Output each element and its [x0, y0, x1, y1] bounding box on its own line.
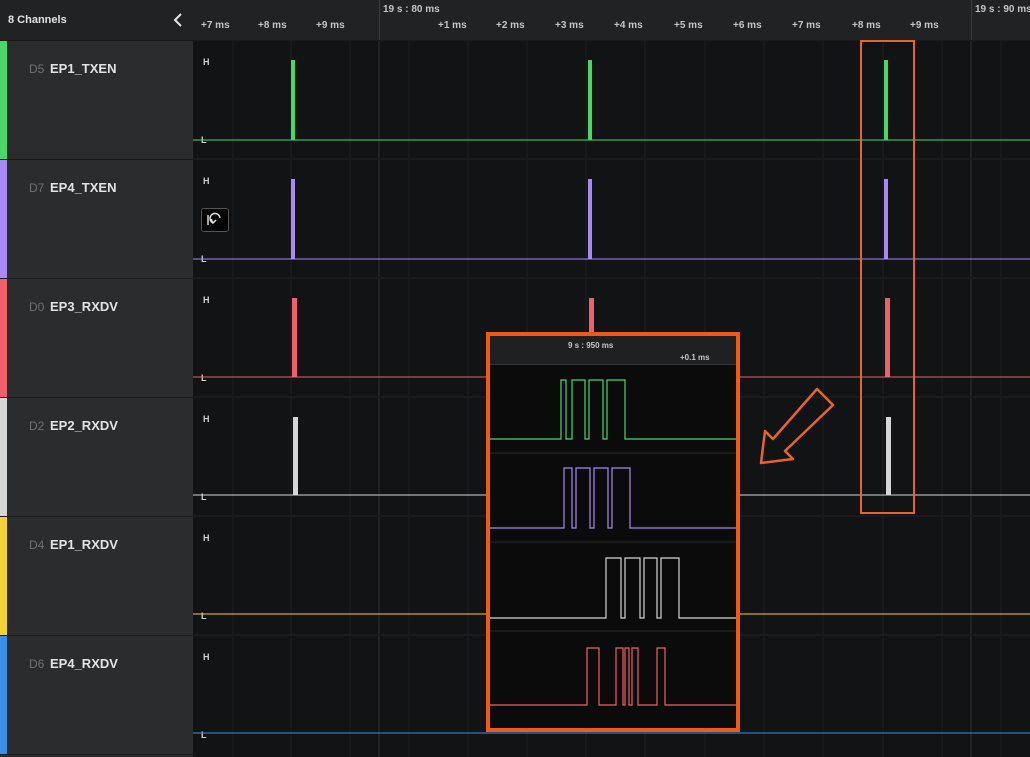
channel-device-id: D6 [29, 657, 45, 671]
high-level-label: H [203, 176, 210, 186]
inset-trace-ep1-txen [490, 379, 736, 440]
low-level-label: L [201, 611, 207, 621]
channel-device-id: D4 [29, 538, 45, 552]
high-level-label: H [203, 57, 210, 67]
high-level-label: H [203, 295, 210, 305]
major-time-label: 19 s : 80 ms [383, 4, 440, 15]
time-tick: +8 ms [258, 20, 287, 31]
channel-device-id: D2 [29, 419, 45, 433]
arrow-down-left-icon [755, 385, 837, 476]
major-divider [379, 0, 380, 40]
time-tick: +1 ms [438, 20, 467, 31]
inset-trace-ep4-rxdv [490, 647, 736, 706]
inset-major-time: 9 s : 950 ms [568, 341, 614, 350]
time-tick: +9 ms [910, 20, 939, 31]
time-tick: +4 ms [614, 20, 643, 31]
major-divider [971, 0, 972, 40]
zoom-inset[interactable]: 9 s : 950 ms +0.1 ms [486, 332, 740, 732]
channel-device-id: D0 [29, 300, 45, 314]
inset-trace-ep4-txen [490, 467, 736, 529]
channel-label[interactable]: EP4_RXDV [50, 656, 118, 671]
high-level-label: H [203, 533, 210, 543]
channel-color-bar [0, 160, 7, 278]
inset-time-ruler: 9 s : 950 ms +0.1 ms [490, 336, 736, 365]
channel-label[interactable]: EP1_TXEN [50, 61, 116, 76]
channel-label[interactable]: EP2_RXDV [50, 418, 118, 433]
channel-row-ep1-rxdv[interactable]: D4 EP1_RXDV [0, 517, 193, 636]
channel-color-bar [0, 398, 7, 516]
channel-count-title: 8 Channels [8, 14, 67, 26]
time-tick: +2 ms [496, 20, 525, 31]
time-tick: +9 ms [316, 20, 345, 31]
channel-row-ep4-rxdv[interactable]: D6 EP4_RXDV [0, 636, 193, 755]
channel-row-ep2-rxdv[interactable]: D2 EP2_RXDV [0, 398, 193, 517]
trace-ep1-txen [193, 60, 1030, 141]
logic-analyzer-window: 8 Channels D5 EP1_TXEN D7 EP4_TXEN D0 EP… [0, 0, 1030, 757]
channel-label[interactable]: EP3_RXDV [50, 299, 118, 314]
channel-color-bar [0, 41, 7, 159]
inset-trace-ep2-rxdv [490, 557, 736, 619]
channel-row-ep4-txen[interactable]: D7 EP4_TXEN [0, 160, 193, 279]
time-tick: +7 ms [792, 20, 821, 31]
low-level-label: L [201, 730, 207, 740]
channel-color-bar [0, 279, 7, 397]
high-level-label: H [203, 652, 210, 662]
channel-row-ep3-rxdv[interactable]: D0 EP3_RXDV [0, 279, 193, 398]
time-tick: +5 ms [674, 20, 703, 31]
channel-label[interactable]: EP4_TXEN [50, 180, 116, 195]
low-level-label: L [201, 373, 207, 383]
channel-row-ep1-txen[interactable]: D5 EP1_TXEN [0, 41, 193, 160]
major-time-label: 19 s : 90 ms [975, 4, 1030, 15]
time-ruler[interactable]: +7 ms +8 ms +9 ms 19 s : 80 ms +1 ms +2 … [193, 0, 1030, 41]
time-tick: +6 ms [733, 20, 762, 31]
time-tick: +3 ms [555, 20, 584, 31]
channel-label[interactable]: EP1_RXDV [50, 537, 118, 552]
channel-sidebar: 8 Channels D5 EP1_TXEN D7 EP4_TXEN D0 EP… [0, 0, 193, 757]
undo-icon[interactable] [201, 208, 229, 232]
chevron-left-icon[interactable] [170, 10, 188, 30]
time-tick: +8 ms [852, 20, 881, 31]
channel-device-id: D7 [29, 181, 45, 195]
inset-waveform [490, 379, 736, 706]
channel-color-bar [0, 636, 7, 754]
time-tick: +7 ms [201, 20, 230, 31]
high-level-label: H [203, 414, 210, 424]
channel-device-id: D5 [29, 62, 45, 76]
trace-ep4-txen [193, 179, 1030, 260]
low-level-label: L [201, 492, 207, 502]
sidebar-header: 8 Channels [0, 0, 193, 41]
inset-time-tick: +0.1 ms [680, 353, 710, 362]
channel-color-bar [0, 517, 7, 635]
